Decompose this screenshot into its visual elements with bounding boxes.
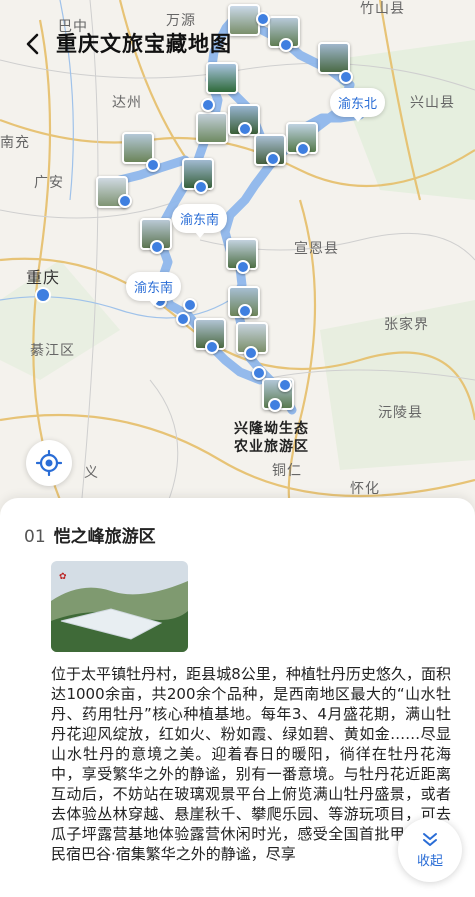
locate-button[interactable] (26, 440, 72, 486)
map-pin[interactable] (150, 240, 164, 254)
map-label-xingshan: 兴山县 (410, 95, 455, 111)
map-pin[interactable] (236, 260, 250, 274)
map-pin[interactable] (268, 398, 282, 412)
map-pin[interactable] (244, 346, 258, 360)
map-pin[interactable] (238, 122, 252, 136)
back-button[interactable] (16, 26, 48, 62)
locate-icon (36, 450, 62, 476)
map-label-yuanling: 沅陵县 (378, 405, 423, 421)
map-label-yi: 义 (84, 465, 99, 481)
map-pin[interactable] (252, 366, 266, 380)
map-pin[interactable] (296, 142, 310, 156)
map-pin[interactable] (339, 70, 353, 84)
map-label-xuanen: 宣恩县 (294, 241, 339, 257)
map-label-dazhou: 达州 (112, 95, 142, 111)
collapse-label: 收起 (416, 853, 443, 869)
entry-description: 位于太平镇牡丹村，距县城8公里，种植牡丹历史悠久，面积达1000余亩，共200余… (51, 665, 451, 863)
map-label-guangan: 广安 (34, 175, 64, 191)
map-pin[interactable] (194, 180, 208, 194)
map-pin[interactable] (146, 158, 160, 172)
map-view[interactable]: 巴中 万源 竹山县 达州 兴山县 南充 广安 宣恩县 重庆 张家界 綦江区 沅陵… (0, 0, 475, 520)
map-label-tongren: 铜仁 (272, 463, 302, 479)
collapse-button[interactable]: 收起 (398, 818, 462, 882)
map-label-qijiang: 綦江区 (30, 343, 75, 359)
page-title: 重庆文旅宝藏地图 (56, 32, 232, 56)
map-pin[interactable] (238, 304, 252, 318)
double-chevron-down-icon (423, 832, 437, 846)
map-pin[interactable] (176, 312, 190, 326)
svg-text:✿: ✿ (59, 572, 67, 582)
map-pin[interactable] (118, 194, 132, 208)
poi-label-xinglongao: 兴隆坳生态 农业旅游区 (234, 421, 309, 455)
region-badge-yudongbei[interactable]: 渝东北 (330, 88, 386, 122)
entry-photo[interactable]: ✿ (51, 561, 188, 652)
region-badge-yudongnan[interactable]: 渝东南 (172, 204, 228, 238)
attraction-thumbnail[interactable] (196, 112, 228, 144)
map-pin[interactable] (205, 340, 219, 354)
map-label-zhushan: 竹山县 (360, 1, 405, 17)
entry-name[interactable]: 恺之峰旅游区 (54, 522, 156, 547)
entry-index: 01 (24, 527, 46, 547)
entry-header: 01 恺之峰旅游区 (24, 522, 156, 547)
region-badge-yudongnan-2[interactable]: 渝东南 (126, 272, 182, 306)
header: 重庆文旅宝藏地图 (0, 22, 475, 68)
map-pin[interactable] (266, 152, 280, 166)
map-label-huaihua: 怀化 (350, 481, 380, 497)
map-pin[interactable] (201, 98, 215, 112)
map-pin[interactable] (278, 378, 292, 392)
map-label-nanchong: 南充 (0, 135, 30, 151)
map-label-zhangjiajie: 张家界 (384, 317, 429, 333)
map-label-chongqing: 重庆 (26, 268, 61, 287)
chevron-left-icon (26, 33, 39, 55)
map-pin[interactable] (183, 298, 197, 312)
